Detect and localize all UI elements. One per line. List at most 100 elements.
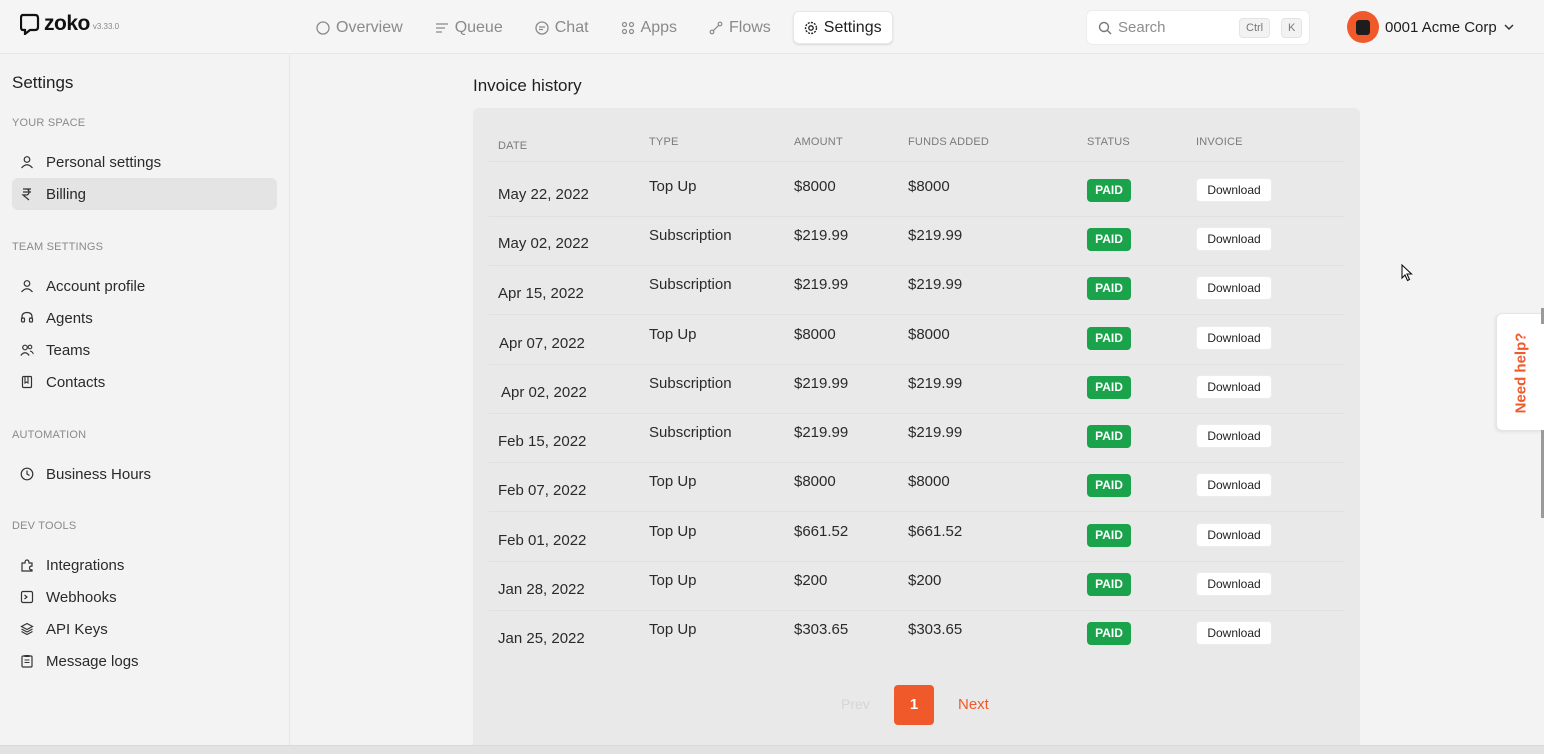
sidebar-item-label: Contacts [46, 373, 106, 391]
download-invoice-button[interactable]: Download [1197, 425, 1271, 447]
status-badge: PAID [1087, 622, 1131, 645]
nav-chat-label: Chat [554, 18, 589, 36]
sidebar-item-account-profile[interactable]: Account profile [12, 270, 277, 302]
sidebar-item-label: Integrations [46, 556, 125, 574]
download-invoice-button[interactable]: Download [1197, 277, 1271, 299]
status-badge: PAID [1087, 179, 1131, 202]
invoice-date: Feb 01, 2022 [498, 532, 587, 549]
section-team-settings: TEAM SETTINGS [12, 241, 104, 253]
headset-icon [20, 311, 34, 323]
prev-page-button[interactable]: Prev [841, 696, 870, 712]
sidebar-item-business-hours[interactable]: Business Hours [12, 458, 277, 490]
download-invoice-button[interactable]: Download [1197, 228, 1271, 250]
invoice-date: Apr 02, 2022 [501, 384, 587, 401]
sidebar-item-personal-settings[interactable]: Personal settings [12, 146, 277, 178]
download-invoice-button[interactable]: Download [1197, 376, 1271, 398]
invoice-type: Subscription [649, 424, 732, 441]
row-divider [489, 364, 1344, 365]
sidebar-item-teams[interactable]: Teams [12, 334, 277, 366]
invoice-date: Apr 07, 2022 [499, 335, 585, 352]
nav-settings[interactable]: Settings [792, 11, 893, 44]
top-bar: zoko v3.33.0 Overview Queue Chat Apps Fl… [0, 0, 1544, 54]
need-help-tab[interactable]: Need help? [1496, 313, 1544, 431]
main-nav: Overview Queue Chat Apps Flows Settings [306, 11, 905, 44]
nav-flows-label: Flows [729, 18, 771, 36]
invoice-amount: $200 [794, 572, 828, 589]
status-badge: PAID [1087, 376, 1131, 399]
invoice-amount: $8000 [794, 326, 836, 343]
download-invoice-button[interactable]: Download [1197, 622, 1271, 644]
column-type: TYPE [649, 136, 679, 148]
row-divider [489, 462, 1344, 463]
chevron-down-icon [1504, 24, 1514, 31]
invoice-date: Jan 28, 2022 [498, 581, 585, 598]
sidebar-item-label: Account profile [46, 277, 146, 295]
invoice-funds-added: $8000 [908, 473, 950, 490]
invoice-amount: $219.99 [794, 227, 849, 244]
invoice-amount: $303.65 [794, 621, 849, 638]
invoice-type: Top Up [649, 473, 697, 490]
nav-queue[interactable]: Queue [425, 11, 513, 44]
search-input[interactable] [1118, 19, 1228, 36]
invoice-type: Subscription [649, 227, 732, 244]
sidebar-item-billing[interactable]: Billing [12, 178, 277, 210]
invoice-table: DATE TYPE AMOUNT FUNDS ADDED STATUS INVO… [473, 108, 1360, 754]
download-invoice-button[interactable]: Download [1197, 474, 1271, 496]
page-number-button[interactable]: 1 [894, 685, 934, 725]
invoice-type: Top Up [649, 572, 697, 589]
invoice-funds-added: $200 [908, 572, 942, 589]
sidebar-item-api-keys[interactable]: API Keys [12, 613, 277, 645]
section-dev-tools: DEV TOOLS [12, 520, 77, 532]
invoice-amount: $8000 [794, 178, 836, 195]
main-content: Invoice history DATE TYPE AMOUNT FUNDS A… [291, 55, 1544, 754]
nav-overview[interactable]: Overview [306, 11, 413, 44]
invoice-funds-added: $219.99 [908, 424, 963, 441]
download-invoice-button[interactable]: Download [1197, 524, 1271, 546]
download-invoice-button[interactable]: Download [1197, 573, 1271, 595]
invoice-funds-added: $8000 [908, 178, 950, 195]
mouse-cursor-icon [1401, 264, 1413, 282]
download-invoice-button[interactable]: Download [1197, 179, 1271, 201]
circle-icon [316, 20, 330, 35]
row-divider [489, 265, 1344, 266]
invoice-type: Top Up [649, 621, 697, 638]
book-icon [21, 375, 33, 389]
column-amount: AMOUNT [794, 136, 843, 148]
sidebar-item-message-logs[interactable]: Message logs [12, 645, 277, 677]
user-icon [21, 280, 33, 293]
nav-settings-label: Settings [823, 18, 882, 36]
row-divider [489, 314, 1344, 315]
column-status: STATUS [1087, 136, 1130, 148]
nav-chat[interactable]: Chat [525, 11, 599, 44]
chat-icon [535, 20, 549, 35]
sidebar-item-webhooks[interactable]: Webhooks [12, 581, 277, 613]
invoice-amount: $219.99 [794, 424, 849, 441]
apps-icon [621, 21, 634, 34]
status-badge: PAID [1087, 327, 1131, 350]
account-switcher[interactable]: 0001 Acme Corp [1347, 11, 1515, 43]
clipboard-icon [21, 655, 33, 668]
invoice-type: Subscription [649, 276, 732, 293]
search-box[interactable]: Ctrl K [1086, 10, 1310, 45]
download-invoice-button[interactable]: Download [1197, 327, 1271, 349]
layers-icon [20, 622, 34, 636]
row-divider [489, 561, 1344, 562]
sidebar-item-agents[interactable]: Agents [12, 302, 277, 334]
column-invoice: INVOICE [1196, 136, 1243, 148]
section-automation: AUTOMATION [12, 429, 87, 441]
section-your-space: YOUR SPACE [12, 117, 86, 129]
nav-flows[interactable]: Flows [699, 11, 781, 44]
page-title: Invoice history [473, 76, 582, 95]
app-logo[interactable]: zoko v3.33.0 [20, 13, 119, 35]
invoice-date: May 02, 2022 [498, 235, 589, 252]
row-divider [489, 511, 1344, 512]
sidebar-item-contacts[interactable]: Contacts [12, 366, 277, 398]
next-page-button[interactable]: Next [958, 696, 989, 713]
pagination: Prev 1 Next [473, 685, 1360, 725]
sidebar-item-integrations[interactable]: Integrations [12, 549, 277, 581]
invoice-type: Subscription [649, 375, 732, 392]
nav-apps[interactable]: Apps [611, 11, 687, 44]
clock-icon [20, 467, 34, 481]
column-date: DATE [498, 140, 528, 152]
status-badge: PAID [1087, 474, 1131, 497]
